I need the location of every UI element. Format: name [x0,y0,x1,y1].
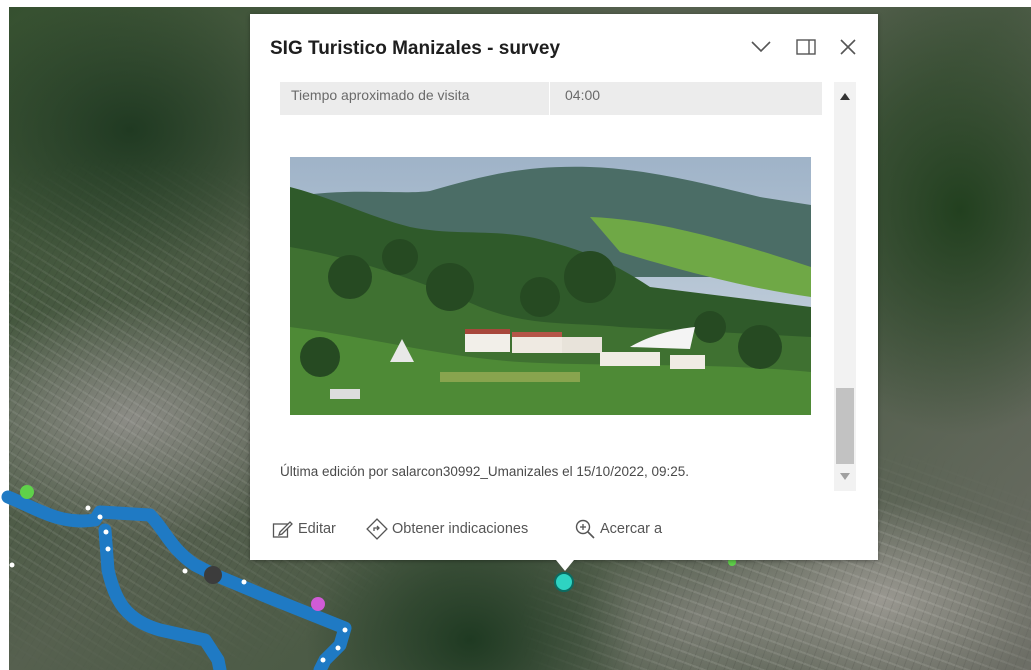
triangle-up-icon [840,92,850,100]
scroll-thumb[interactable] [836,388,854,464]
dark-marker[interactable] [204,566,222,584]
edit-icon [272,521,293,538]
close-button[interactable] [835,34,861,60]
popup-content[interactable]: Tiempo aproximado de visita 04:00 Última… [250,82,878,492]
green-marker[interactable] [20,485,34,499]
triangle-down-icon [840,472,850,480]
attachment-photo[interactable] [290,157,811,415]
dock-icon [796,39,816,55]
attribute-row: Tiempo aproximado de visita 04:00 [280,82,822,115]
selected-marker[interactable] [554,572,574,592]
chevron-down-icon [751,41,771,53]
dock-button[interactable] [793,34,819,60]
close-icon [840,39,856,55]
zoom-in-icon [575,519,595,539]
magenta-marker[interactable] [311,597,325,611]
content-scrollbar[interactable] [834,82,856,491]
edit-button[interactable]: Editar [272,518,336,540]
zoom-to-button[interactable]: Acercar a [574,518,662,540]
popup-title: SIG Turistico Manizales - survey [270,38,561,59]
scroll-up-button[interactable] [834,82,856,110]
directions-button[interactable]: Obtener indicaciones [366,518,528,540]
popup-pointer [556,560,574,571]
edit-label: Editar [298,521,336,537]
attribute-divider [549,82,550,115]
scroll-down-button[interactable] [834,462,856,490]
feature-popup: SIG Turistico Manizales - survey Tiempo … [250,14,878,571]
popup-header: SIG Turistico Manizales - survey [250,14,878,82]
last-edit-info: Última edición por salarcon30992_Umaniza… [280,464,690,479]
attribute-value: 04:00 [565,87,601,103]
collapse-button[interactable] [748,34,774,60]
route-line-branch[interactable] [98,523,227,670]
landscape-photo [290,157,811,415]
attribute-label: Tiempo aproximado de visita [291,87,470,103]
directions-icon [366,518,388,540]
directions-label: Obtener indicaciones [392,521,529,537]
popup-actions: Editar Obtener indicaciones Acercar a [250,510,878,550]
zoom-to-label: Acercar a [600,521,663,537]
